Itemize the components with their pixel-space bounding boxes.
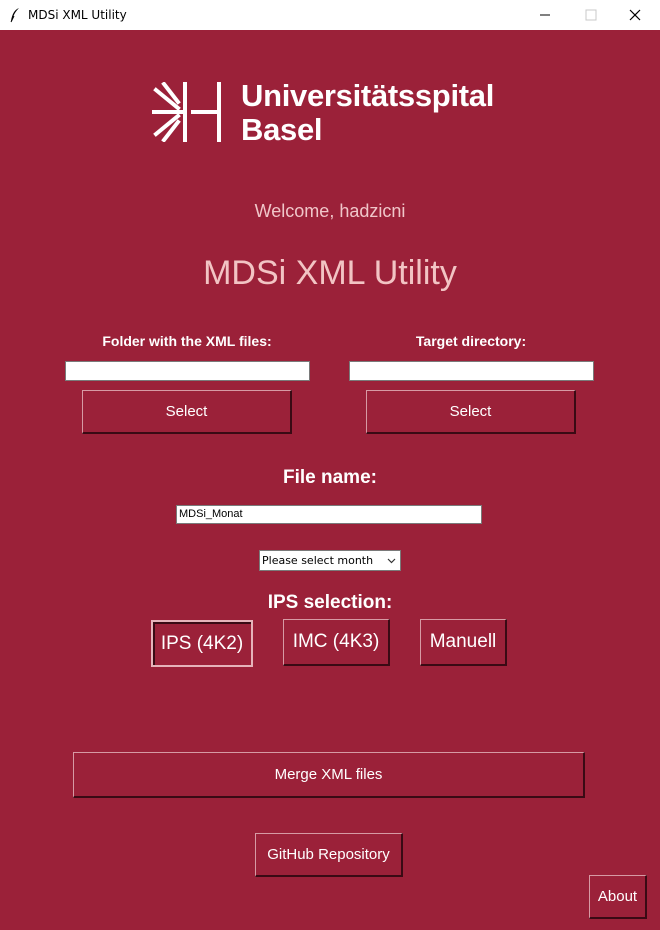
month-select-value: Please select month [262, 554, 374, 567]
about-button[interactable]: About [589, 875, 647, 919]
github-repository-button[interactable]: GitHub Repository [255, 833, 403, 877]
imc-4k3-button[interactable]: IMC (4K3) [283, 619, 390, 666]
feather-icon [10, 8, 19, 23]
close-icon [629, 9, 641, 21]
source-folder-input[interactable] [65, 361, 310, 381]
welcome-text: Welcome, hadzicni [254, 201, 406, 221]
source-select-button[interactable]: Select [82, 390, 292, 434]
file-name-label: File name: [283, 467, 377, 488]
target-select-button[interactable]: Select [366, 390, 576, 434]
logo-text: Universitätsspital Basel [241, 79, 494, 147]
minimize-button[interactable] [522, 0, 568, 30]
ips-4k2-button[interactable]: IPS (4K2) [151, 620, 253, 667]
maximize-button[interactable] [568, 0, 614, 30]
target-directory-label: Target directory: [415, 333, 527, 349]
target-directory-input[interactable] [349, 361, 594, 381]
file-name-input[interactable]: MDSi_Monat [176, 505, 482, 524]
maximize-icon [585, 9, 597, 21]
manuell-button[interactable]: Manuell [420, 619, 507, 666]
main-window: Universitätsspital Basel Welcome, hadzic… [0, 30, 660, 930]
month-select[interactable]: Please select month [259, 550, 401, 571]
logo-line-1: Universitätsspital [241, 78, 495, 113]
source-folder-label: Folder with the XML files: [102, 333, 272, 349]
usb-logo-icon [152, 82, 221, 142]
logo-line-2: Basel [241, 112, 323, 147]
close-button[interactable] [612, 0, 658, 30]
minimize-icon [540, 14, 550, 16]
ips-selection-label: IPS selection: [267, 592, 393, 613]
chevron-down-icon [387, 558, 396, 564]
app-title: MDSi XML Utility [203, 254, 457, 292]
window-title: MDSi XML Utility [28, 8, 127, 22]
window-titlebar: MDSi XML Utility [0, 0, 660, 30]
merge-xml-button[interactable]: Merge XML files [73, 752, 585, 798]
